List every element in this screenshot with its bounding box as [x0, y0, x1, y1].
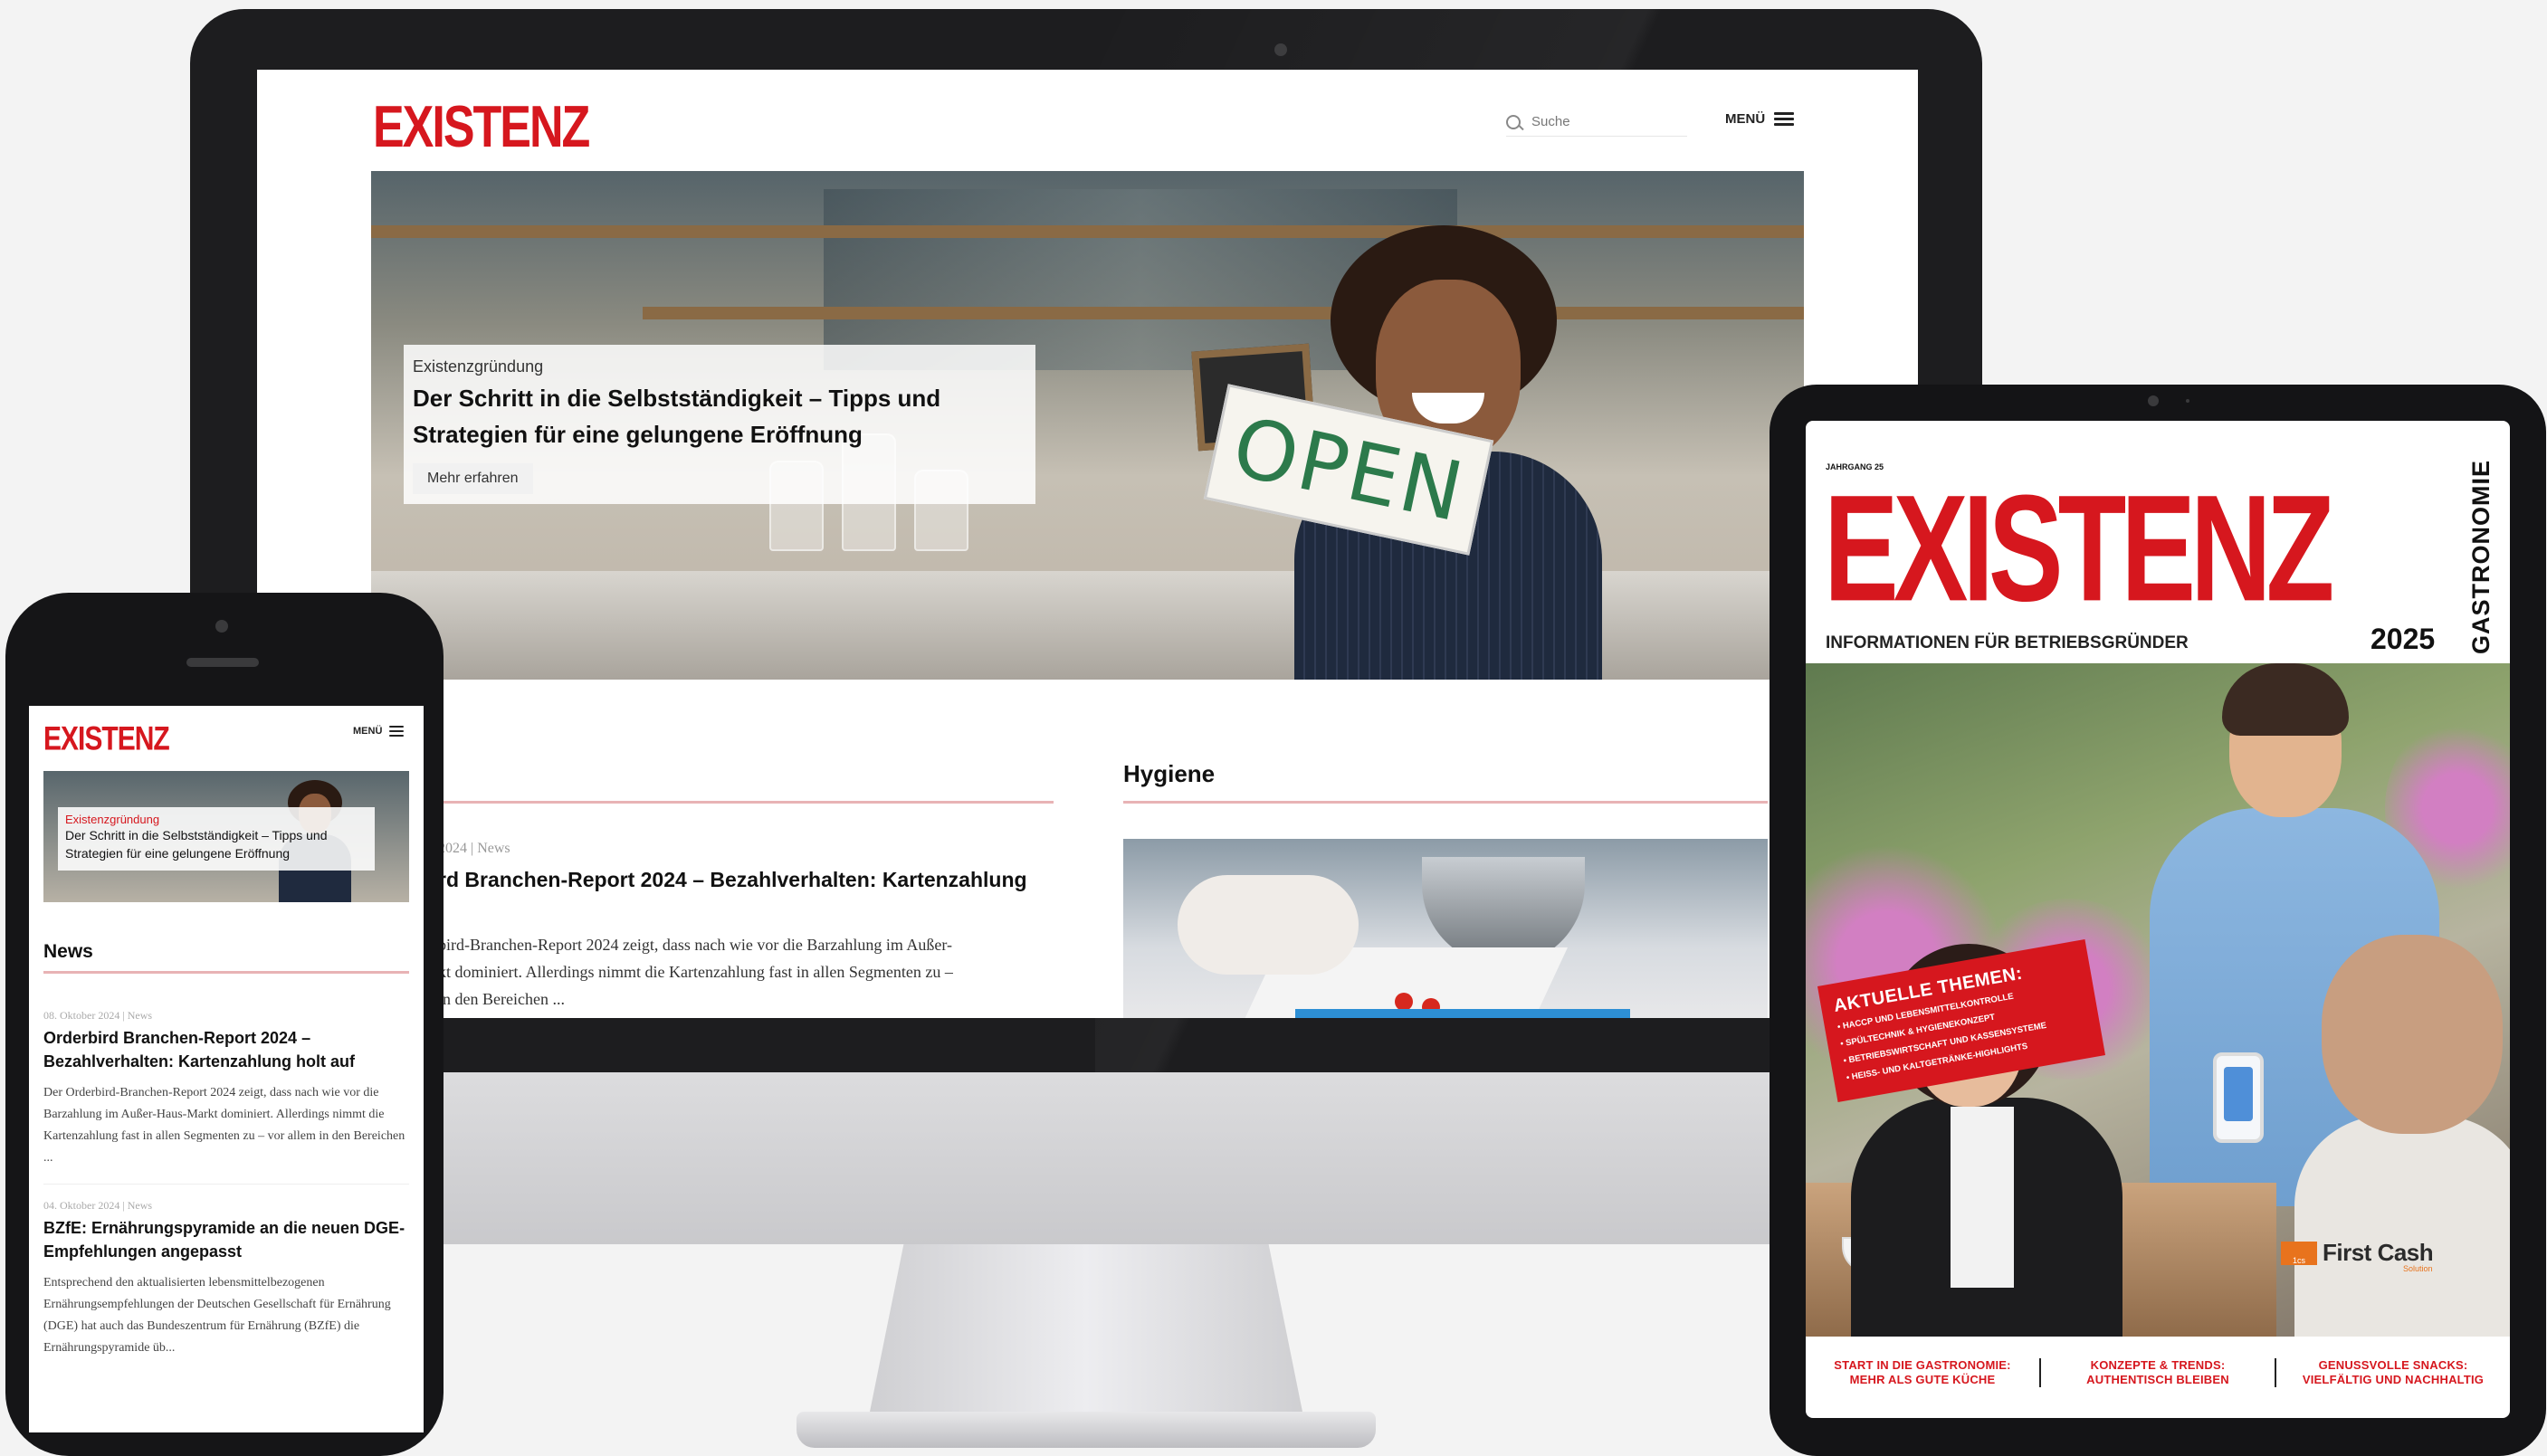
smartphone-icon [2213, 1052, 2264, 1143]
monitor-stand [869, 1244, 1303, 1416]
article-date: 08. Oktober 2024 | News [43, 1009, 153, 1022]
hero-card: Existenzgründung Der Schritt in die Selb… [404, 345, 1035, 504]
advertiser-name: First Cash [2323, 1239, 2434, 1266]
cover-teaser: KONZEPTE & TRENDS: AUTHENTISCH BLEIBEN [2086, 1358, 2229, 1386]
monitor-chin [190, 1072, 1982, 1244]
magazine-cover[interactable]: JAHRGANG 25 EXISTENZ GASTRONOMIE INFORMA… [1806, 421, 2510, 1418]
section-divider [43, 971, 409, 974]
cover-title: EXISTENZ [1824, 464, 2334, 633]
camera-icon [215, 620, 228, 633]
excerpt-line: in den Bereichen ... [438, 990, 565, 1008]
site-logo[interactable]: EXISTENZ [373, 93, 590, 160]
speaker [186, 658, 259, 667]
cover-customer [2294, 935, 2510, 1337]
logo-text: EXISTENZ [373, 94, 590, 160]
desktop-website: EXISTENZ Suche MENÜ OPEN Existenzgründun… [257, 70, 1918, 1018]
list-item[interactable]: 08. Oktober 2024 | News Orderbird Branch… [43, 1009, 409, 1169]
hero-banner[interactable]: OPEN Existenzgründung Der Schritt in die… [371, 171, 1804, 680]
article-excerpt: bird-Branchen-Report 2024 zeigt, dass na… [438, 931, 1054, 1013]
hero-shelf [643, 307, 1804, 319]
cover-year: 2025 [2371, 623, 2436, 655]
camera-icon [1274, 43, 1287, 56]
hero-title[interactable]: Der Schritt in die Selbstständigkeit – T… [65, 826, 367, 862]
advertiser-badge: 1cs [2281, 1241, 2317, 1265]
hygiene-article-image[interactable] [1123, 839, 1768, 1018]
article-date: 2024 | News [438, 841, 510, 856]
section-title-hygiene[interactable]: Hygiene [1123, 760, 1215, 788]
article-date: 04. Oktober 2024 | News [43, 1199, 153, 1212]
divider [43, 1184, 409, 1185]
menu-button[interactable]: MENÜ [1725, 111, 1795, 127]
camera-icon [2148, 395, 2159, 406]
cover-footer: START IN DIE GASTRONOMIE: MEHR ALS GUTE K… [1806, 1346, 2510, 1400]
article-title[interactable]: rd Branchen-Report 2024 – Bezahlverhalte… [438, 864, 1054, 895]
site-logo[interactable]: EXISTENZ [43, 720, 170, 757]
excerpt-line: bird-Branchen-Report 2024 zeigt, dass na… [438, 936, 952, 954]
menu-label: MENÜ [1725, 111, 1766, 127]
hero-banner[interactable]: Existenzgründung Der Schritt in die Selb… [43, 771, 409, 902]
tablet: JAHRGANG 25 EXISTENZ GASTRONOMIE INFORMA… [1770, 385, 2546, 1456]
article-excerpt: Entsprechend den aktualisierten lebensmi… [43, 1276, 391, 1355]
cover-teaser: GENUSSVOLLE SNACKS: VIELFÄLTIG UND NACHHA… [2302, 1358, 2485, 1386]
search-field[interactable]: Suche [1506, 108, 1687, 137]
smartphone: EXISTENZ MENÜ Existenzgründung Der Schri… [5, 593, 444, 1456]
list-item[interactable]: 04. Oktober 2024 | News BZfE: Ernährungs… [43, 1199, 409, 1359]
cover-teaser: START IN DIE GASTRONOMIE: MEHR ALS GUTE K… [1834, 1358, 2011, 1386]
section-title-news[interactable]: News [43, 941, 93, 963]
excerpt-line: kt dominiert. Allerdings nimmt die Karte… [438, 963, 953, 981]
hamburger-icon [1774, 111, 1795, 127]
menu-button[interactable]: MENÜ [353, 726, 405, 737]
advertiser-tagline: Solution [2403, 1264, 2433, 1273]
mobile-website: EXISTENZ MENÜ Existenzgründung Der Schri… [29, 706, 424, 1432]
hero-card: Existenzgründung Der Schritt in die Selb… [58, 807, 375, 871]
sensor [2186, 399, 2189, 403]
search-icon [1506, 114, 1521, 129]
cover-subtitle: INFORMATIONEN FÜR BETRIEBSGRÜNDER [1826, 633, 2189, 652]
monitor-stand-base [797, 1412, 1376, 1448]
read-more-button[interactable]: Mehr erfahren [413, 463, 533, 494]
section-divider [1123, 801, 1768, 804]
advertiser-logo: 1cs First Cash Solution [2281, 1239, 2434, 1273]
search-placeholder: Suche [1531, 114, 1570, 129]
cover-photo: AKTUELLE THEMEN: • HACCP UND LEBENSMITTE… [1806, 663, 2510, 1337]
hero-kicker: Existenzgründung [65, 813, 160, 826]
article-title[interactable]: Orderbird Branchen-Report 2024 – Bezahlv… [43, 1026, 409, 1073]
hero-title[interactable]: Der Schritt in die Selbstständigkeit – T… [413, 380, 1026, 452]
logo-text: EXISTENZ [43, 720, 170, 758]
hamburger-icon [389, 726, 405, 737]
hero-kicker: Existenzgründung [413, 357, 544, 376]
article-excerpt: Der Orderbird-Branchen-Report 2024 zeigt… [43, 1086, 405, 1165]
article-title[interactable]: BZfE: Ernährungspyramide an die neuen DG… [43, 1216, 409, 1263]
cover-vertical-label: GASTRONOMIE [2466, 459, 2495, 654]
menu-label: MENÜ [353, 726, 383, 737]
